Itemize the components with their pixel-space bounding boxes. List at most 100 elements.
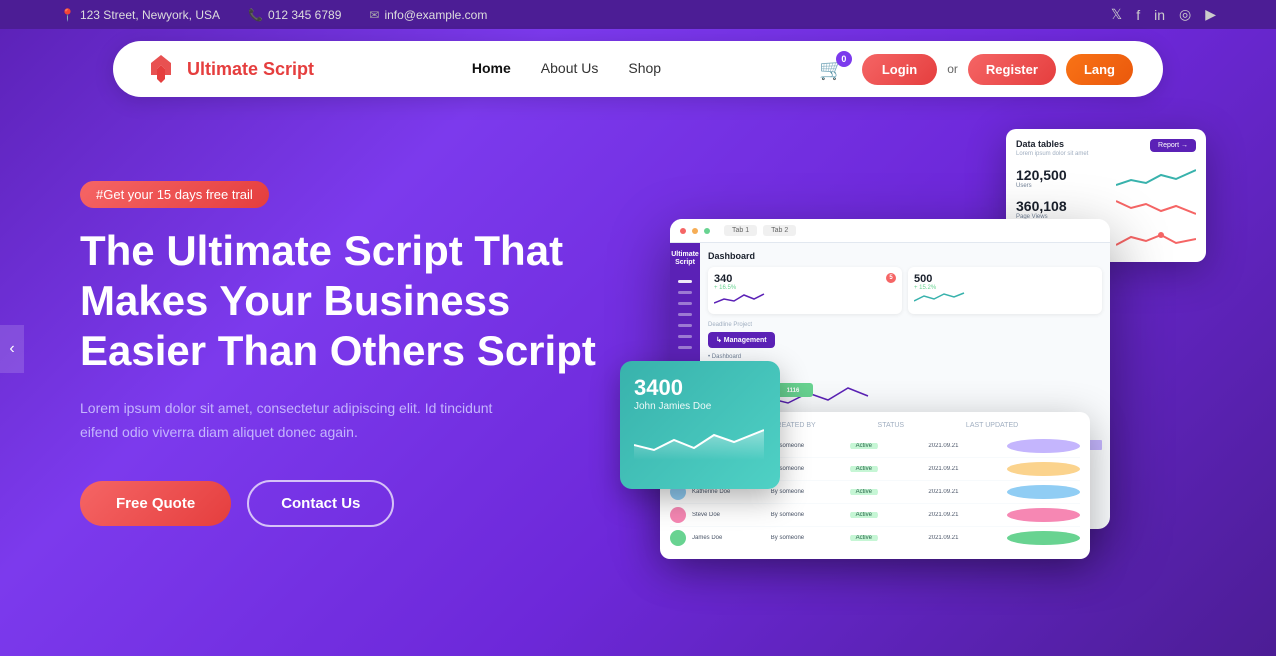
nav-home[interactable]: Home: [472, 60, 511, 76]
avatar-5: [670, 530, 686, 546]
lang-button[interactable]: Lang: [1066, 54, 1133, 85]
address-text: 123 Street, Newyork, USA: [80, 8, 220, 22]
sidebar-item-7: [678, 346, 692, 349]
status-4: Active: [850, 512, 878, 518]
hero-description: Lorem ipsum dolor sit amet, consectetur …: [80, 397, 530, 445]
facebook-icon[interactable]: f: [1136, 7, 1140, 23]
contact-us-button[interactable]: Contact Us: [247, 480, 394, 527]
th-updated: LAST UPDATED: [966, 422, 1018, 429]
date-3: 2021.09.21: [928, 489, 1001, 495]
phone-icon: 📞: [248, 8, 263, 22]
email-item: ✉ info@example.com: [369, 8, 487, 22]
dash-card-2: 500 + 15.2%: [908, 267, 1102, 314]
hero-section: ‹ #Get your 15 days free trail The Ultim…: [0, 109, 1276, 589]
email-icon: ✉: [369, 8, 379, 22]
hero-title: The Ultimate Script That Makes Your Busi…: [80, 226, 600, 377]
prev-arrow[interactable]: ‹: [0, 325, 24, 373]
avatar-thumb-3: [1007, 485, 1080, 499]
logo-icon: [143, 51, 179, 87]
date-2: 2021.09.21: [928, 466, 1001, 472]
date-4: 2021.09.21: [928, 512, 1001, 518]
dash-content-title: Dashboard: [708, 251, 1102, 261]
card1-chart: [714, 291, 896, 306]
tab-bar: Tab 1 Tab 2: [724, 225, 796, 236]
instagram-icon[interactable]: ◎: [1179, 6, 1191, 23]
dt-users-label: Users: [1016, 183, 1067, 189]
submenu-dashboard: • Dashboard: [708, 354, 1102, 360]
pageviews-chart: [1116, 196, 1196, 221]
users-chart: [1116, 165, 1196, 190]
sidebar-item-2: [678, 291, 692, 294]
stat-mini-chart: [634, 420, 764, 470]
sidebar-item-6: [678, 335, 692, 338]
minimize-dot: [692, 228, 698, 234]
dash-cards: 340 5 + 16.5% 500 + 15.2%: [708, 267, 1102, 314]
sidebar-logo: UltimateScript: [671, 251, 699, 268]
topbar-social: 𝕏 f in ◎ ▶: [1111, 6, 1216, 23]
avatar-4: [670, 507, 686, 523]
dt-stat-pageviews: 360,108 Page Views: [1016, 196, 1196, 221]
dt-pageviews-num: 360,108: [1016, 198, 1067, 214]
location-icon: 📍: [60, 8, 75, 22]
login-button[interactable]: Login: [862, 54, 937, 85]
trial-badge: #Get your 15 days free trail: [80, 181, 269, 208]
hero-right: Data tables Lorem ipsum dolor sit amet R…: [640, 139, 1196, 569]
cart-button[interactable]: 🛒 0: [819, 57, 844, 82]
cart-badge: 0: [836, 51, 852, 67]
stat-num: 3400: [634, 375, 766, 401]
name-5: James Doe: [692, 535, 765, 541]
timeline-label: Deadline Project: [708, 322, 1102, 328]
badge1: 5: [886, 273, 896, 283]
card2-chart: [914, 291, 1096, 306]
dash-card-1: 340 5 + 16.5%: [708, 267, 902, 314]
avatar-thumb-2: [1007, 462, 1080, 476]
avatar-thumb-5: [1007, 531, 1080, 545]
status-1: Active: [850, 443, 878, 449]
status-3: Active: [850, 489, 878, 495]
phone-item: 📞 012 345 6789: [248, 8, 341, 22]
tab1: Tab 1: [724, 225, 757, 236]
date-1: 2021.09.21: [928, 443, 1001, 449]
free-quote-button[interactable]: Free Quote: [80, 481, 231, 526]
address-item: 📍 123 Street, Newyork, USA: [60, 8, 220, 22]
dt-report-button[interactable]: Report →: [1150, 139, 1196, 152]
mgmt-label: ↳ Management: [708, 332, 775, 348]
youtube-icon[interactable]: ▶: [1205, 6, 1216, 23]
sessions-chart: [1116, 227, 1196, 252]
sidebar-item-3: [678, 302, 692, 305]
topbar-left: 📍 123 Street, Newyork, USA 📞 012 345 678…: [60, 8, 487, 22]
tab2: Tab 2: [763, 225, 796, 236]
status-5: Active: [850, 535, 878, 541]
dt-users-num: 120,500: [1016, 167, 1067, 183]
name-3: Katherine Doe: [692, 489, 765, 495]
created-1: By someone: [771, 443, 844, 449]
hero-buttons: Free Quote Contact Us: [80, 480, 600, 527]
nav-about[interactable]: About Us: [541, 60, 599, 76]
avatar-thumb-4: [1007, 508, 1080, 522]
table-row: James Doe By someone Active 2021.09.21: [670, 527, 1080, 549]
name-4: Steve Doe: [692, 512, 765, 518]
stat-label: John Jamies Doe: [634, 401, 766, 412]
linkedin-icon[interactable]: in: [1154, 7, 1165, 23]
close-dot: [680, 228, 686, 234]
status-2: Active: [850, 466, 878, 472]
email-text: info@example.com: [384, 8, 487, 22]
dt-stat-users: 120,500 Users: [1016, 165, 1196, 190]
register-button[interactable]: Register: [968, 54, 1056, 85]
dt-subtitle: Lorem ipsum dolor sit amet: [1016, 151, 1088, 157]
twitter-icon[interactable]: 𝕏: [1111, 6, 1122, 23]
table-row: Steve Doe By someone Active 2021.09.21: [670, 504, 1080, 527]
logo[interactable]: Ultimate Script: [143, 51, 314, 87]
or-label: or: [947, 62, 958, 76]
maximize-dot: [704, 228, 710, 234]
dt-title: Data tables: [1016, 139, 1088, 149]
created-4: By someone: [771, 512, 844, 518]
hero-left: #Get your 15 days free trail The Ultimat…: [80, 181, 600, 528]
logo-text: Ultimate Script: [187, 59, 314, 80]
navbar: Ultimate Script Home About Us Shop 🛒 0 L…: [113, 41, 1163, 97]
nav-links: Home About Us Shop: [472, 60, 661, 78]
nav-shop[interactable]: Shop: [628, 60, 661, 76]
sidebar-item-1: [678, 280, 692, 283]
created-5: By someone: [771, 535, 844, 541]
navbar-wrapper: Ultimate Script Home About Us Shop 🛒 0 L…: [0, 29, 1276, 109]
